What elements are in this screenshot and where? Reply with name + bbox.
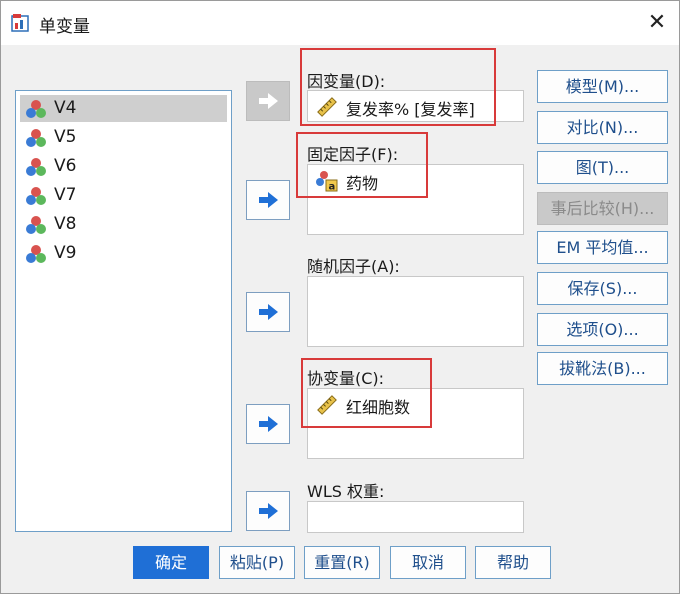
move-covariate-button[interactable] (246, 404, 290, 444)
help-button[interactable]: 帮助 (475, 546, 551, 579)
cancel-button[interactable]: 取消 (390, 546, 466, 579)
list-item[interactable]: V6 (20, 153, 227, 180)
highlight-box (296, 132, 428, 198)
list-item[interactable]: V4 (20, 95, 227, 122)
reset-button[interactable]: 重置(R) (304, 546, 380, 579)
move-wls-weight-button[interactable] (246, 491, 290, 531)
bootstrap-button[interactable]: 拔靴法(B)... (537, 352, 668, 385)
highlight-box (300, 48, 496, 126)
plots-button[interactable]: 图(T)... (537, 151, 668, 184)
arrow-right-icon (259, 93, 278, 109)
nominal-variable-icon (26, 129, 46, 147)
arrow-right-icon (259, 304, 278, 320)
arrow-right-icon (259, 416, 278, 432)
list-item[interactable]: V8 (20, 211, 227, 238)
move-random-factor-button[interactable] (246, 292, 290, 332)
variable-label: V7 (54, 185, 77, 205)
list-item[interactable]: V9 (20, 240, 227, 267)
highlight-box (301, 358, 432, 428)
arrow-right-icon (259, 503, 278, 519)
post-hoc-button[interactable]: 事后比较(H)... (537, 192, 668, 225)
variable-label: V6 (54, 156, 77, 176)
nominal-variable-icon (26, 187, 46, 205)
em-means-button[interactable]: EM 平均值... (537, 231, 668, 264)
nominal-variable-icon (26, 245, 46, 263)
nominal-variable-icon (26, 100, 46, 118)
wls-weight-field[interactable] (307, 501, 524, 533)
nominal-variable-icon (26, 216, 46, 234)
list-item[interactable]: V7 (20, 182, 227, 209)
wls-weight-label: WLS 权重: (307, 482, 385, 501)
app-icon (11, 14, 29, 32)
source-variable-list[interactable]: V4 V5 V6 V7 V8 V9 (15, 90, 232, 532)
arrow-right-icon (259, 192, 278, 208)
move-dependent-button[interactable] (246, 81, 290, 121)
options-button[interactable]: 选项(O)... (537, 313, 668, 346)
window-title: 单变量 (39, 17, 90, 37)
variable-label: V4 (54, 98, 77, 118)
paste-button[interactable]: 粘贴(P) (219, 546, 295, 579)
variable-label: V8 (54, 214, 77, 234)
nominal-variable-icon (26, 158, 46, 176)
move-fixed-factor-button[interactable] (246, 180, 290, 220)
random-factor-list[interactable] (307, 276, 524, 347)
model-button[interactable]: 模型(M)... (537, 70, 668, 103)
title-bar: 单变量 ✕ (1, 1, 679, 45)
contrasts-button[interactable]: 对比(N)... (537, 111, 668, 144)
ok-button[interactable]: 确定 (133, 546, 209, 579)
variable-label: V5 (54, 127, 77, 147)
univariate-dialog: 单变量 ✕ V4 V5 V6 V7 V8 V9 因变量(D): 复发率% [复发… (0, 0, 680, 594)
random-factor-label: 随机因子(A): (307, 257, 400, 276)
save-button[interactable]: 保存(S)... (537, 272, 668, 305)
list-item[interactable]: V5 (20, 124, 227, 151)
variable-label: V9 (54, 243, 77, 263)
close-button[interactable]: ✕ (641, 7, 673, 39)
